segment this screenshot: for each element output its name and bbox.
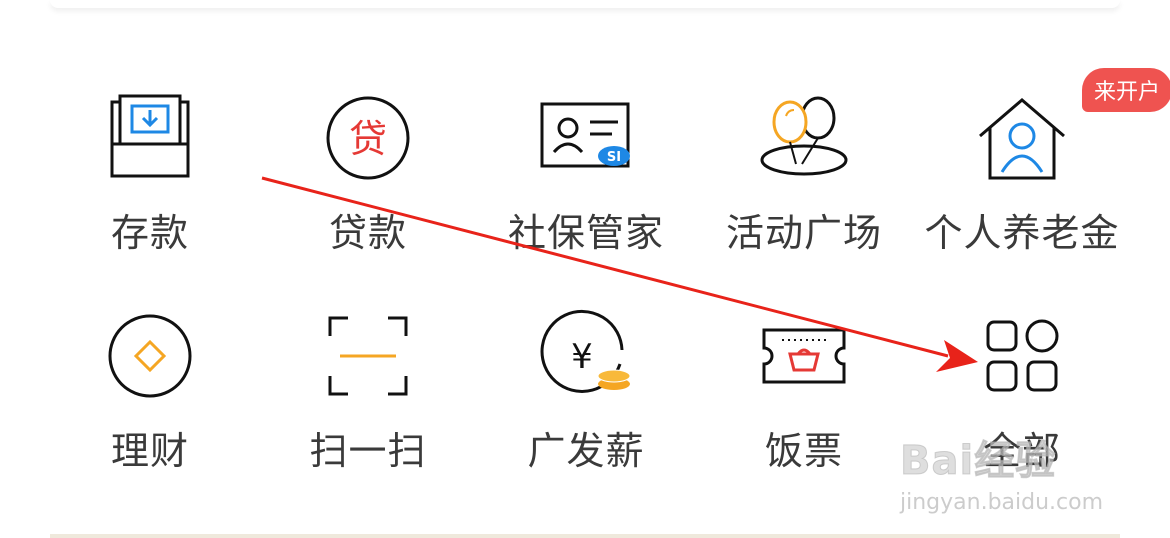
menu-item-label: 存款 [110, 211, 189, 255]
menu-item-activity-plaza[interactable]: 活动广场 [694, 80, 914, 280]
menu-item-label: 理财 [110, 429, 189, 473]
menu-item-label: 活动广场 [725, 211, 882, 255]
pension-house-icon [974, 90, 1070, 186]
menu-item-meal-ticket[interactable]: 饭票 [694, 298, 914, 498]
scan-icon [320, 308, 416, 404]
wealth-diamond-icon [102, 308, 198, 404]
menu-item-loan[interactable]: 贷 贷款 [258, 80, 478, 280]
open-account-badge[interactable]: 来开户 [1081, 68, 1170, 112]
menu-item-salary[interactable]: ¥ 广发薪 [476, 298, 696, 498]
menu-item-label: 扫一扫 [309, 429, 427, 473]
menu-item-social-security[interactable]: SI 社保管家 [476, 80, 696, 280]
balloons-icon [756, 90, 852, 186]
menu-item-deposit[interactable]: 存款 [40, 80, 260, 280]
social-security-icon: SI [538, 90, 634, 186]
menu-item-scan[interactable]: 扫一扫 [258, 298, 478, 498]
loan-icon: 贷 [320, 90, 416, 186]
menu-item-label: 饭票 [764, 429, 843, 473]
meal-ticket-icon [756, 308, 852, 404]
top-card-edge [50, 0, 1120, 8]
bottom-divider [50, 534, 1120, 538]
svg-text:¥: ¥ [571, 337, 593, 377]
menu-item-label: 社保管家 [507, 211, 664, 255]
menu-item-label: 贷款 [328, 211, 407, 255]
deposit-icon [102, 90, 198, 186]
menu-item-label: 个人养老金 [924, 211, 1120, 255]
all-grid-icon [974, 308, 1070, 404]
service-menu-grid: 存款 贷 贷款 SI 社保管家 活动广场 来开户 个人养老金 理财 扫一扫 ¥ … [40, 68, 1170, 480]
menu-item-label: 广发薪 [527, 429, 645, 473]
menu-item-wealth[interactable]: 理财 [40, 298, 260, 498]
salary-yen-icon: ¥ [538, 308, 634, 404]
menu-item-label: 全部 [982, 429, 1061, 473]
svg-text:SI: SI [607, 150, 621, 165]
menu-item-personal-pension[interactable]: 来开户 个人养老金 [912, 68, 1170, 280]
menu-item-all[interactable]: 全部 [912, 298, 1132, 498]
svg-text:贷: 贷 [349, 117, 387, 161]
